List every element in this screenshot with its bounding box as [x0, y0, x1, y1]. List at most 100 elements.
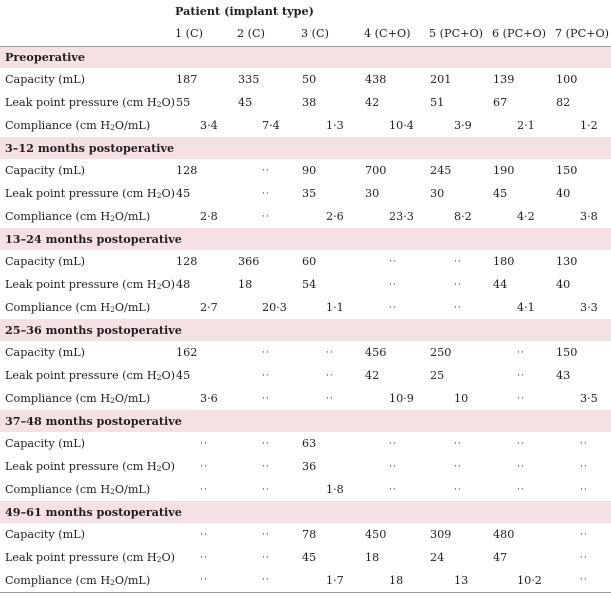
cell-value: ··: [580, 438, 588, 449]
section-title: 3–12 months postoperative: [5, 141, 175, 155]
cell-value: ··: [517, 370, 525, 381]
cell-value: 187: [176, 73, 198, 86]
column-header: 3 (C): [301, 26, 329, 40]
section-header-row: 25–36 months postoperative: [0, 319, 611, 341]
column-header: 5 (PC+O): [429, 26, 484, 40]
table-row: Leak point pressure (cm H2O) ·· ·· 45 18 24 47…: [0, 546, 611, 569]
cell-value: 139: [493, 73, 515, 86]
table-row: Compliance (cm H2O/mL) 2·8 ·· 2·6 23·3 8·2 4·2…: [0, 205, 611, 228]
row-label-text: Leak point pressure (cm H: [5, 551, 157, 564]
table-row: Compliance (cm H2O/mL) 3·4 7·4 1·3 10·4 3·9 2·…: [0, 114, 611, 137]
row-label-text: Compliance (cm H: [5, 392, 111, 405]
cell-value: 18: [238, 278, 253, 291]
row-label: Capacity (mL): [0, 159, 170, 182]
cell-value: 42: [365, 369, 380, 382]
cell-value: 7·4: [262, 119, 280, 132]
cell-value: 10: [454, 392, 469, 405]
cell-value: ··: [262, 188, 270, 199]
patient-header-row: Patient (implant type): [0, 0, 611, 21]
cell-value: ··: [517, 347, 525, 358]
cell-value: 47: [493, 551, 508, 564]
row-label: Leak point pressure (cm H2O): [0, 546, 175, 569]
cell-value: 48: [176, 278, 191, 291]
cell-value: 450: [365, 528, 387, 541]
cell-value: 35: [302, 187, 317, 200]
table-row: Compliance (cm H2O/mL) ·· ·· 1·7 18 13 10·2 ··: [0, 569, 611, 592]
cell-value: ··: [580, 552, 588, 563]
row-label-text: Leak point pressure (cm H: [5, 278, 157, 291]
row-label-text: Leak point pressure (cm H: [5, 460, 157, 473]
row-label-text: Compliance (cm H: [5, 119, 111, 132]
cell-value: ··: [454, 279, 462, 290]
cell-value: ··: [326, 393, 334, 404]
cell-value: 38: [302, 96, 317, 109]
cell-value: ··: [580, 529, 588, 540]
row-label: Capacity (mL): [0, 432, 170, 455]
cell-value: ··: [262, 461, 270, 472]
cell-value: ··: [262, 575, 270, 586]
cell-value: 24: [430, 551, 445, 564]
cell-value: 190: [493, 164, 515, 177]
row-label-text: Capacity (mL): [5, 528, 86, 541]
cell-value: 130: [556, 255, 578, 268]
row-label-text: Compliance (cm H: [5, 573, 111, 587]
cell-value: ··: [262, 347, 270, 358]
table-row: Leak point pressure (cm H2O) 48 18 54 ·· ·· 44…: [0, 273, 611, 296]
cell-value: 2·8: [200, 210, 218, 223]
cell-value: 3·9: [454, 119, 472, 132]
table-row: Leak point pressure (cm H2O) 45 ·· ·· 42 25 ··…: [0, 364, 611, 387]
row-label: Leak point pressure (cm H2O): [0, 273, 175, 296]
cell-value: 63: [302, 437, 317, 450]
cell-value: ··: [389, 461, 397, 472]
column-header: 6 (PC+O): [492, 26, 547, 40]
cell-value: 51: [430, 96, 445, 109]
cell-value: 250: [430, 346, 452, 359]
row-label-text: Capacity (mL): [5, 346, 86, 359]
table-row: Compliance (cm H2O/mL) 3·6 ·· ·· 10·9 10 ·· 3·5: [0, 387, 611, 410]
table-row: Capacity (mL) ·· ·· 63 ·· ·· ·· ··: [0, 432, 611, 455]
cell-value: ··: [517, 393, 525, 404]
row-label: Compliance (cm H2O/mL): [0, 387, 170, 410]
cell-value: 18: [365, 551, 380, 564]
cell-value: ··: [200, 484, 208, 495]
cell-value: 201: [430, 73, 452, 86]
row-label-text: O/mL): [114, 483, 151, 496]
cell-value: 1·3: [326, 119, 344, 132]
row-label-text: Capacity (mL): [5, 255, 86, 268]
row-label: Capacity (mL): [0, 68, 170, 91]
cell-value: ··: [389, 484, 397, 495]
cell-value: 3·4: [200, 119, 218, 132]
cell-value: 25: [430, 369, 445, 382]
cell-value: ··: [326, 370, 334, 381]
cell-value: ··: [262, 529, 270, 540]
section-header-row: Preoperative: [0, 46, 611, 68]
cell-value: 700: [365, 164, 387, 177]
cell-value: 45: [302, 551, 317, 564]
cell-value: 50: [302, 73, 317, 86]
cell-value: ··: [454, 438, 462, 449]
cell-value: 4·2: [517, 210, 535, 223]
cell-value: ··: [454, 484, 462, 495]
table-row: Capacity (mL) 128 ·· 90 700 245 190 150: [0, 159, 611, 182]
patient-group-header: Patient (implant type): [175, 3, 314, 18]
table-row: Leak point pressure (cm H2O) ·· ·· 36 ·· ·· ··…: [0, 455, 611, 478]
cell-value: ··: [580, 484, 588, 495]
row-label-text: O/mL): [114, 573, 151, 587]
cell-value: 40: [556, 187, 571, 200]
row-label-text: Capacity (mL): [5, 164, 86, 177]
cell-value: ··: [200, 438, 208, 449]
section-title: 25–36 months postoperative: [5, 323, 182, 337]
table-row: Capacity (mL) 187 335 50 438 201 139 100: [0, 68, 611, 91]
cell-value: ··: [262, 370, 270, 381]
cell-value: 90: [302, 164, 317, 177]
cell-value: 245: [430, 164, 452, 177]
table-row: Capacity (mL) ·· ·· 78 450 309 480 ··: [0, 523, 611, 546]
cell-value: 4·1: [517, 301, 535, 314]
cell-value: 54: [302, 278, 317, 291]
cell-value: 60: [302, 255, 317, 268]
cell-value: ··: [389, 438, 397, 449]
cell-value: 42: [365, 96, 380, 109]
row-label-text: Capacity (mL): [5, 73, 86, 86]
section-title: 49–61 months postoperative: [5, 505, 182, 519]
row-label: Compliance (cm H2O/mL): [0, 296, 170, 319]
